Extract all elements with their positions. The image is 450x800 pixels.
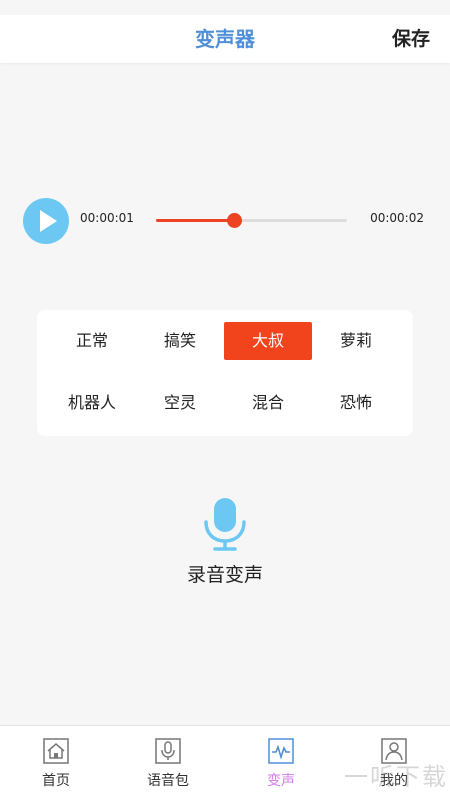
voice-changer-icon bbox=[268, 738, 294, 764]
effect-option-loli[interactable]: 萝莉 bbox=[312, 322, 400, 360]
play-icon bbox=[40, 210, 57, 232]
effect-option-mixed[interactable]: 混合 bbox=[224, 384, 312, 422]
voice-pack-icon bbox=[155, 738, 181, 764]
effect-option-robot[interactable]: 机器人 bbox=[48, 384, 136, 422]
record-button[interactable] bbox=[200, 496, 250, 552]
nav-label-profile: 我的 bbox=[380, 773, 408, 789]
progress-fill bbox=[156, 219, 235, 222]
progress-slider[interactable] bbox=[156, 213, 347, 228]
app-root: 变声器 保存 00:00:01 00:00:02 正常 搞笑 大叔 萝莉 机器人… bbox=[0, 0, 450, 800]
effect-option-horror[interactable]: 恐怖 bbox=[312, 384, 400, 422]
nav-item-voice-pack[interactable]: 语音包 bbox=[123, 738, 213, 790]
nav-item-voice-changer[interactable]: 变声 bbox=[236, 738, 326, 790]
effect-option-normal[interactable]: 正常 bbox=[48, 322, 136, 360]
progress-thumb[interactable] bbox=[227, 213, 243, 228]
audio-player: 00:00:01 00:00:02 bbox=[0, 196, 450, 246]
page-title: 变声器 bbox=[195, 27, 255, 51]
effect-option-funny[interactable]: 搞笑 bbox=[136, 322, 224, 360]
play-button[interactable] bbox=[23, 198, 69, 244]
bottom-navigation: 首页 语音包 变声 我的 一听下载 bbox=[0, 725, 450, 800]
nav-item-home[interactable]: 首页 bbox=[11, 738, 101, 790]
voice-effects-panel: 正常 搞笑 大叔 萝莉 机器人 空灵 混合 恐怖 bbox=[37, 310, 413, 436]
effects-grid: 正常 搞笑 大叔 萝莉 机器人 空灵 混合 恐怖 bbox=[48, 322, 402, 422]
profile-icon bbox=[381, 738, 407, 764]
current-time: 00:00:01 bbox=[80, 211, 134, 225]
effect-option-uncle[interactable]: 大叔 bbox=[224, 322, 312, 360]
nav-label-home: 首页 bbox=[42, 773, 70, 789]
record-label: 录音变声 bbox=[186, 564, 263, 586]
record-section: 录音变声 bbox=[0, 496, 450, 587]
save-button[interactable]: 保存 bbox=[392, 15, 430, 63]
total-time: 00:00:02 bbox=[370, 211, 424, 225]
top-bar: 变声器 保存 bbox=[0, 15, 450, 63]
home-icon bbox=[43, 738, 69, 764]
nav-label-voice-changer: 变声 bbox=[267, 773, 295, 789]
microphone-icon bbox=[204, 498, 246, 551]
nav-label-voice-pack: 语音包 bbox=[147, 773, 189, 789]
nav-item-profile[interactable]: 我的 bbox=[349, 738, 439, 790]
effect-option-ethereal[interactable]: 空灵 bbox=[136, 384, 224, 422]
